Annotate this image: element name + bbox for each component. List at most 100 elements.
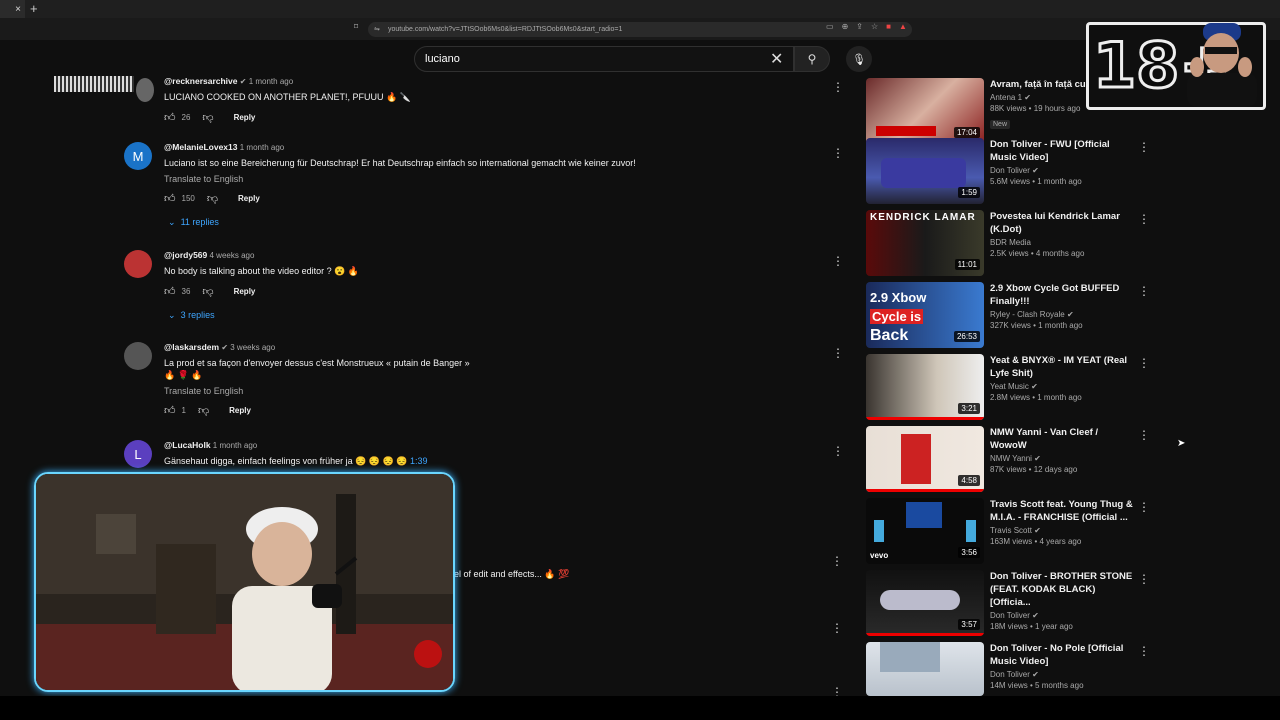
share-icon[interactable]: ⇪ (856, 22, 863, 31)
channel-name[interactable]: Don Toliver (990, 670, 1030, 679)
reply-button[interactable]: Reply (234, 287, 256, 296)
video-thumbnail[interactable]: 3:21 (866, 354, 984, 420)
translate-link[interactable]: Translate to English (164, 386, 784, 396)
voice-search-button[interactable]: 🎙 (846, 46, 872, 72)
avatar[interactable] (54, 76, 134, 92)
zoom-icon[interactable]: ⊕ (842, 22, 849, 31)
thumbnail-text: Cycle is (870, 309, 924, 324)
site-info-icon[interactable]: ⇋ (374, 22, 380, 37)
comment-time[interactable]: 1 month ago (249, 77, 293, 86)
channel-name[interactable]: NMW Yanni (990, 454, 1032, 463)
address-bar-icons: ▭ ⊕ ⇪ ☆ ■ ▲ (826, 22, 907, 31)
more-options-icon[interactable]: ⋮ (832, 444, 844, 458)
more-options-icon[interactable]: ⋮ (832, 346, 844, 360)
avatar[interactable] (124, 342, 152, 370)
video-thumbnail[interactable]: vevo 3:56 (866, 498, 984, 564)
dislike-icon[interactable]: 👎︎ (202, 111, 213, 124)
close-icon[interactable]: × (15, 4, 21, 15)
like-icon[interactable]: 👍︎ (164, 111, 176, 124)
comment-time[interactable]: 3 weeks ago (230, 343, 275, 352)
more-options-icon[interactable]: ⋮ (1138, 140, 1150, 154)
video-thumbnail[interactable] (866, 642, 984, 696)
reply-button[interactable]: Reply (234, 113, 256, 122)
more-options-icon[interactable]: ⋮ (1138, 356, 1150, 370)
recommended-video[interactable]: 4:58 NMW Yanni - Van Cleef / WowoW NMW Ya… (866, 426, 1156, 492)
recommended-video[interactable]: 1:59 Don Toliver - FWU [Official Music V… (866, 138, 1156, 204)
comment-time[interactable]: 1 month ago (240, 143, 284, 152)
video-thumbnail[interactable]: 2.9 Xbow Cycle is Back 26:53 (866, 282, 984, 348)
recommended-video[interactable]: 2.9 Xbow Cycle is Back 26:53 2.9 Xbow Cycle… (866, 282, 1156, 348)
more-options-icon[interactable]: ⋮ (832, 254, 844, 268)
more-options-icon[interactable]: ⋮ (1138, 284, 1150, 298)
more-options-icon[interactable]: ⋮ (1138, 212, 1150, 226)
recommended-video[interactable]: 3:57 Don Toliver - BROTHER STONE (FEAT. … (866, 570, 1156, 636)
channel-name[interactable]: Ryley - Clash Royale (990, 310, 1065, 319)
avatar[interactable] (136, 78, 154, 102)
video-title[interactable]: Yeat & BNYX® - IM YEAT (Real Lyfe Shit) (990, 354, 1134, 380)
video-thumbnail[interactable]: 3:57 (866, 570, 984, 636)
star-icon[interactable]: ☆ (871, 22, 878, 31)
comment-time[interactable]: 4 weeks ago (210, 251, 255, 260)
avatar[interactable] (124, 250, 152, 278)
comment-author[interactable]: @laskarsdem (164, 342, 219, 352)
video-title[interactable]: 2.9 Xbow Cycle Got BUFFED Finally!!! (990, 282, 1134, 308)
timestamp-link[interactable]: 1:39 (410, 456, 428, 466)
recommended-video[interactable]: vevo 3:56 Travis Scott feat. Young Thug &… (866, 498, 1156, 564)
comment-author[interactable]: @jordy569 (164, 250, 207, 260)
video-title[interactable]: Don Toliver - No Pole [Official Music Vi… (990, 642, 1134, 668)
channel-name[interactable]: Travis Scott (990, 526, 1032, 535)
recommended-video[interactable]: KENDRICK LAMAR 11:01 Povestea lui Kendric… (866, 210, 1156, 276)
avatar[interactable]: L (124, 440, 152, 468)
video-thumbnail[interactable]: 1:59 (866, 138, 984, 204)
watch-progress-bar (866, 417, 984, 420)
browser-tab[interactable]: × (0, 0, 25, 18)
more-options-icon[interactable]: ⋮ (1138, 500, 1150, 514)
channel-name[interactable]: Don Toliver (990, 166, 1030, 175)
video-title[interactable]: Povestea lui Kendrick Lamar (K.Dot) (990, 210, 1134, 236)
channel-name[interactable]: BDR Media (990, 238, 1134, 247)
video-thumbnail[interactable]: 17:04 (866, 78, 984, 144)
comment-author[interactable]: @recknersarchive (164, 76, 238, 86)
reply-button[interactable]: Reply (229, 406, 251, 415)
more-options-icon[interactable]: ⋮ (1138, 644, 1150, 658)
view-replies-button[interactable]: ⌄ 11 replies (168, 217, 784, 228)
thumbnail-text: KENDRICK LAMAR (870, 212, 976, 223)
search-button[interactable]: ⚲ (794, 46, 830, 72)
dislike-icon[interactable]: 👎︎ (202, 285, 213, 298)
dislike-icon[interactable]: 👎︎ (198, 404, 209, 417)
new-tab-button[interactable]: + (30, 1, 38, 16)
like-icon[interactable]: 👍︎ (164, 285, 176, 298)
view-replies-button[interactable]: ⌄ 3 replies (168, 310, 784, 321)
video-title[interactable]: Don Toliver - BROTHER STONE (FEAT. KODAK… (990, 570, 1134, 609)
avatar[interactable]: M (124, 142, 152, 170)
comment-author[interactable]: @MelanieLovex13 (164, 142, 238, 152)
search-input[interactable]: luciano (414, 46, 794, 72)
channel-name[interactable]: Don Toliver (990, 611, 1030, 620)
video-title[interactable]: NMW Yanni - Van Cleef / WowoW (990, 426, 1134, 452)
recommended-video[interactable]: Don Toliver - No Pole [Official Music Vi… (866, 642, 1156, 696)
translate-link[interactable]: Translate to English (164, 174, 784, 184)
reply-button[interactable]: Reply (238, 194, 260, 203)
dislike-icon[interactable]: 👎︎ (207, 192, 218, 205)
more-options-icon[interactable]: ⋮ (832, 80, 844, 94)
channel-name[interactable]: Antena 1 (990, 93, 1022, 102)
recommended-video[interactable]: 3:21 Yeat & BNYX® - IM YEAT (Real Lyfe S… (866, 354, 1156, 420)
like-icon[interactable]: 👍︎ (164, 404, 176, 417)
channel-name[interactable]: Yeat Music (990, 382, 1029, 391)
cast-icon[interactable]: ▭ (826, 22, 834, 31)
extension-icon[interactable]: ■ (886, 22, 891, 31)
bookmark-icon[interactable]: ⌑ (354, 22, 358, 31)
extension-icon[interactable]: ▲ (899, 22, 907, 31)
more-options-icon[interactable]: ⋮ (1138, 572, 1150, 586)
comment-time[interactable]: 1 month ago (213, 441, 257, 450)
video-thumbnail[interactable]: 4:58 (866, 426, 984, 492)
more-options-icon[interactable]: ⋮ (832, 146, 844, 160)
like-icon[interactable]: 👍︎ (164, 192, 176, 205)
more-options-icon[interactable]: ⋮ (1138, 428, 1150, 442)
comment-text: Gänsehaut digga, einfach feelings von fr… (164, 455, 784, 467)
clear-search-icon[interactable]: ✕ (770, 49, 783, 69)
video-title[interactable]: Don Toliver - FWU [Official Music Video] (990, 138, 1134, 164)
video-title[interactable]: Travis Scott feat. Young Thug & M.I.A. -… (990, 498, 1134, 524)
comment-author[interactable]: @LucaHolk (164, 440, 211, 450)
video-thumbnail[interactable]: KENDRICK LAMAR 11:01 (866, 210, 984, 276)
